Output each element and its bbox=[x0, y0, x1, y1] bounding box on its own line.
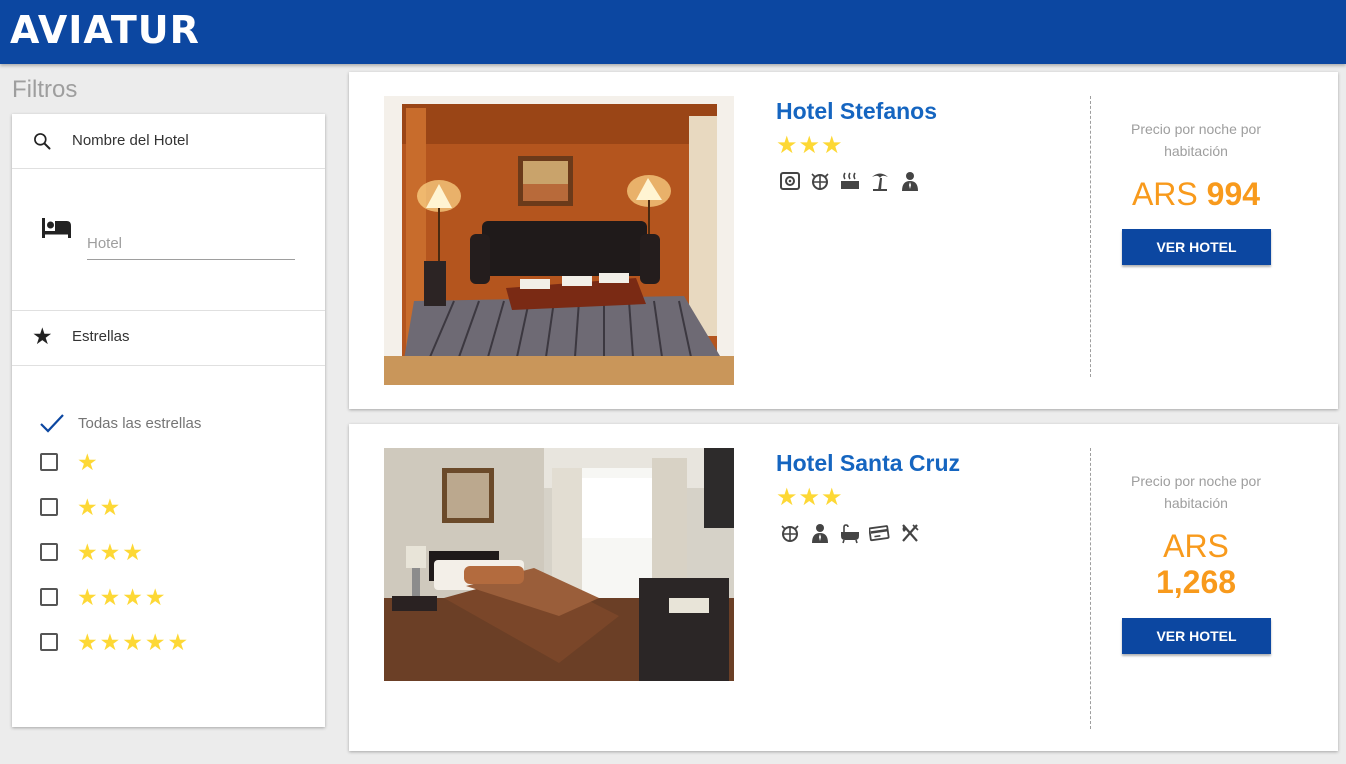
hotel-input-field[interactable] bbox=[87, 222, 295, 260]
price-note: Precio por noche por habitación bbox=[1131, 473, 1261, 511]
star-icon: ★ bbox=[99, 629, 121, 655]
star-filled-icon: ★ bbox=[32, 323, 53, 349]
concierge-icon bbox=[902, 172, 918, 191]
safe-box-icon bbox=[780, 172, 800, 190]
price-amount: 994 bbox=[1206, 176, 1261, 212]
amenities-list bbox=[779, 522, 929, 544]
hotel-santa-cruz-photo[interactable] bbox=[384, 448, 734, 681]
view-hotel-button[interactable]: VER HOTEL bbox=[1122, 618, 1271, 654]
hotel-card: Hotel Santa Cruz ★ ★ ★ Precio por noche po… bbox=[349, 424, 1338, 751]
card-divider bbox=[1090, 96, 1091, 377]
hotel-star-rating: ★ ★ ★ bbox=[776, 134, 844, 158]
star-icon: ★ bbox=[776, 132, 798, 159]
star-rating-1: ★ bbox=[77, 450, 100, 474]
search-icon bbox=[34, 133, 51, 150]
star-icon: ★ bbox=[144, 584, 166, 610]
star-rating-3: ★ ★ ★ bbox=[77, 540, 145, 564]
star-option-3[interactable]: ★ ★ ★ bbox=[40, 537, 145, 567]
price-currency: ARS bbox=[1131, 176, 1198, 212]
hotel-name-link[interactable]: Hotel Stefanos bbox=[776, 98, 937, 125]
star-icon: ★ bbox=[77, 584, 98, 610]
star-icon: ★ bbox=[122, 584, 143, 610]
star-icon: ★ bbox=[167, 629, 189, 655]
beach-icon bbox=[872, 173, 888, 191]
star-option-2[interactable]: ★ ★ bbox=[40, 492, 122, 522]
credit-card-icon bbox=[869, 525, 890, 542]
stars-filter-header[interactable]: ★ Estrellas bbox=[12, 311, 325, 366]
star-rating-5: ★ ★ ★ ★ ★ bbox=[77, 630, 190, 654]
hotel-card: Hotel Stefanos ★ ★ ★ Precio por noche por … bbox=[349, 72, 1338, 409]
filters-panel: Nombre del Hotel ★ Estrellas Todas las e… bbox=[12, 114, 325, 727]
star-option-5[interactable]: ★ ★ ★ ★ ★ bbox=[40, 627, 190, 657]
globe-icon bbox=[811, 173, 829, 190]
price-currency: ARS bbox=[1163, 528, 1229, 564]
hotel-name-filter-header[interactable]: Nombre del Hotel bbox=[12, 114, 325, 169]
star-icon: ★ bbox=[776, 484, 798, 511]
star-option-4[interactable]: ★ ★ ★ ★ bbox=[40, 582, 168, 612]
star-2-checkbox[interactable] bbox=[40, 498, 58, 516]
card-divider bbox=[1090, 448, 1091, 729]
hot-tub-icon bbox=[841, 172, 859, 189]
star-1-checkbox[interactable] bbox=[40, 453, 58, 471]
star-icon: ★ bbox=[122, 629, 143, 655]
aviatur-logo[interactable]: AVIATUR bbox=[10, 8, 200, 52]
globe-icon bbox=[781, 525, 799, 542]
star-icon: ★ bbox=[99, 584, 121, 610]
star-icon: ★ bbox=[77, 629, 98, 655]
stars-filter-label: Estrellas bbox=[72, 328, 130, 345]
concierge-icon bbox=[812, 524, 828, 543]
amenities-list bbox=[779, 170, 929, 192]
hotel-input[interactable] bbox=[87, 222, 295, 259]
restaurant-icon bbox=[902, 524, 919, 542]
check-icon bbox=[40, 414, 64, 433]
star-icon: ★ bbox=[99, 539, 121, 565]
bed-icon bbox=[42, 218, 71, 238]
star-icon: ★ bbox=[99, 494, 121, 520]
all-stars-label: Todas las estrellas bbox=[78, 414, 202, 432]
price-block: Precio por noche por habitación ARS 1,26… bbox=[1101, 470, 1291, 600]
bathtub-icon bbox=[841, 524, 859, 544]
star-icon: ★ bbox=[77, 449, 98, 475]
star-icon: ★ bbox=[122, 539, 143, 565]
price-note: Precio por noche por habitación bbox=[1131, 121, 1261, 159]
star-icon: ★ bbox=[798, 132, 821, 159]
hotel-stefanos-photo[interactable] bbox=[384, 96, 734, 385]
price-block: Precio por noche por habitación ARS 994 bbox=[1101, 118, 1291, 212]
star-icon: ★ bbox=[821, 484, 843, 511]
filters-title: Filtros bbox=[12, 76, 78, 103]
star-3-checkbox[interactable] bbox=[40, 543, 58, 561]
hotel-star-rating: ★ ★ ★ bbox=[776, 486, 844, 510]
view-hotel-button[interactable]: VER HOTEL bbox=[1122, 229, 1271, 265]
price-amount: 1,268 bbox=[1155, 564, 1237, 600]
top-app-bar: AVIATUR bbox=[0, 0, 1346, 64]
price: ARS 994 bbox=[1101, 176, 1291, 212]
star-icon: ★ bbox=[144, 629, 166, 655]
all-stars-option[interactable]: Todas las estrellas bbox=[40, 408, 201, 438]
star-4-checkbox[interactable] bbox=[40, 588, 58, 606]
star-icon: ★ bbox=[77, 494, 98, 520]
star-icon: ★ bbox=[798, 484, 821, 511]
star-icon: ★ bbox=[821, 132, 843, 159]
hotel-name-link[interactable]: Hotel Santa Cruz bbox=[776, 450, 960, 477]
star-rating-2: ★ ★ bbox=[77, 495, 122, 519]
star-icon: ★ bbox=[77, 539, 98, 565]
star-5-checkbox[interactable] bbox=[40, 633, 58, 651]
hotel-name-filter-label: Nombre del Hotel bbox=[72, 132, 189, 149]
star-rating-4: ★ ★ ★ ★ bbox=[77, 585, 168, 609]
star-option-1[interactable]: ★ bbox=[40, 447, 100, 477]
price: ARS 1,268 bbox=[1101, 528, 1291, 600]
